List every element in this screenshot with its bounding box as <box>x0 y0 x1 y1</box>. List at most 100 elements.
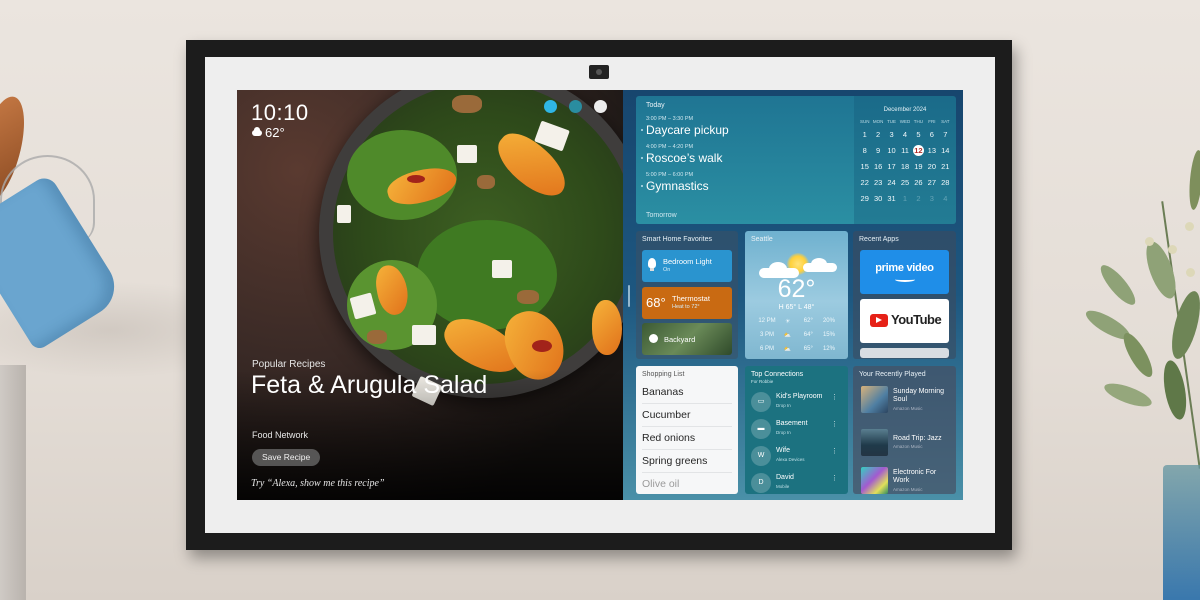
calendar-day[interactable]: 10 <box>885 145 898 156</box>
playlist-source: Amazon Music <box>893 406 923 411</box>
list-item[interactable]: Cucumber <box>642 404 732 427</box>
calendar-day[interactable]: 29 <box>858 193 871 204</box>
weekday-label: TUE <box>887 119 897 124</box>
calendar-day[interactable]: 24 <box>885 177 898 188</box>
playlist-name: Sunday Morning Soul <box>893 388 944 403</box>
forecast-precip: 15% <box>822 332 835 338</box>
calendar-day[interactable]: 14 <box>939 145 952 156</box>
more-options-icon[interactable]: ⋮ <box>831 474 838 482</box>
forecast-temp: 64° <box>803 332 813 338</box>
calendar-day[interactable]: 25 <box>898 177 911 188</box>
weekday-label: SAT <box>941 119 950 124</box>
weather-widget[interactable]: Seattle 62° H 65° L 48° 12 PM ☀ 62° 20% … <box>745 231 848 359</box>
contact-name: Kid's Playroom <box>776 393 823 400</box>
camera-icon <box>649 334 658 343</box>
calendar-day-today[interactable]: 12 <box>912 145 924 156</box>
calendar-day[interactable]: 1 <box>858 129 871 140</box>
sun-icon: ☀ <box>784 319 791 325</box>
device-state: Heat to 72° <box>672 304 700 310</box>
calendar-day[interactable]: 3 <box>925 193 938 204</box>
calendar-widget[interactable]: Today 3:00 PM – 3:30 PM Daycare pickup 4… <box>636 96 956 224</box>
music-item[interactable]: Road Trip: Jazz Amazon Music <box>861 429 953 457</box>
calendar-day[interactable]: 9 <box>871 145 884 156</box>
weekday-label: WED <box>899 119 911 124</box>
contact-item[interactable]: ▭ Kid's Playroom Drop In ⋮ <box>751 390 843 416</box>
list-item[interactable]: Red onions <box>642 427 732 450</box>
calendar-day[interactable]: 21 <box>939 161 952 172</box>
recipe-title: Feta & Arugula Salad <box>251 371 488 399</box>
backyard-camera-tile[interactable]: Backyard <box>642 323 732 355</box>
calendar-day[interactable]: 16 <box>871 161 884 172</box>
partly-cloudy-icon: ⛅ <box>783 347 792 353</box>
calendar-day[interactable]: 19 <box>912 161 925 172</box>
calendar-day[interactable]: 11 <box>898 145 911 156</box>
device-name: Thermostat <box>672 294 710 303</box>
weekday-label: THU <box>913 119 924 124</box>
more-app-tile[interactable] <box>860 348 949 358</box>
calendar-day[interactable]: 2 <box>912 193 925 204</box>
contact-detail: Drop In <box>776 430 791 435</box>
recipe-panel[interactable]: 10:10 62° Popular Recipes Feta & Arugula… <box>237 90 623 500</box>
more-options-icon[interactable]: ⋮ <box>831 447 838 455</box>
calendar-day[interactable]: 30 <box>871 193 884 204</box>
prime-smile-icon <box>895 277 915 282</box>
prime-video-app[interactable]: prime video <box>860 250 949 294</box>
current-weather: 62° <box>252 125 285 140</box>
playlist-name: Road Trip: Jazz <box>893 435 942 442</box>
notification-icon[interactable] <box>544 100 557 113</box>
event-time: 4:00 PM – 4:20 PM <box>646 144 694 150</box>
list-item[interactable]: Bananas <box>642 381 732 404</box>
event-item[interactable]: 4:00 PM – 4:20 PM Roscoe’s walk <box>641 144 844 165</box>
list-item[interactable]: Spring greens <box>642 450 732 473</box>
bedroom-light-tile[interactable]: Bedroom Light On <box>642 250 732 282</box>
contact-name: David <box>776 474 794 481</box>
connections-title: Top Connections <box>751 371 804 378</box>
agenda-today-label: Today <box>646 102 665 109</box>
music-item[interactable]: Electronic For Work Amazon Music <box>861 467 953 494</box>
album-art <box>861 429 888 456</box>
calendar-day[interactable]: 2 <box>871 129 884 140</box>
music-item[interactable]: Sunday Morning Soul Amazon Music <box>861 386 953 414</box>
playlist-name: Electronic For Work <box>893 469 937 484</box>
more-options-icon[interactable]: ⋮ <box>831 420 838 428</box>
contact-item[interactable]: W Wife Alexa Devices ⋮ <box>751 444 843 470</box>
contact-item[interactable]: D David Mobile ⋮ <box>751 471 843 494</box>
event-item[interactable]: 3:00 PM – 3:30 PM Daycare pickup <box>641 116 844 137</box>
save-recipe-button[interactable]: Save Recipe <box>252 449 321 466</box>
calendar-day[interactable]: 1 <box>898 193 911 204</box>
calendar-day[interactable]: 7 <box>939 129 952 140</box>
forecast-time: 12 PM <box>758 318 776 324</box>
calendar-day[interactable]: 26 <box>912 177 925 188</box>
calendar-day[interactable]: 27 <box>925 177 938 188</box>
calendar-day[interactable]: 4 <box>939 193 952 204</box>
calendar-day[interactable]: 4 <box>898 129 911 140</box>
forecast-row: 12 PM ☀ 62° 20% <box>757 318 839 325</box>
calendar-day[interactable]: 31 <box>885 193 898 204</box>
playlist-source: Amazon Music <box>893 487 923 492</box>
shopping-list-widget[interactable]: Shopping List Bananas Cucumber Red onion… <box>636 366 738 494</box>
calendar-day[interactable]: 5 <box>912 129 925 140</box>
calendar-day[interactable]: 18 <box>898 161 911 172</box>
calendar-day[interactable]: 15 <box>858 161 871 172</box>
thermostat-tile[interactable]: 68° Thermostat Heat to 72° <box>642 287 732 319</box>
calendar-day[interactable]: 3 <box>885 129 898 140</box>
calendar-day[interactable]: 13 <box>925 145 938 156</box>
panel-drag-handle[interactable] <box>628 285 630 307</box>
event-item[interactable]: 5:00 PM – 6:00 PM Gymnastics <box>641 172 844 193</box>
partly-cloudy-icon: ⛅ <box>783 333 792 339</box>
profile-icon[interactable] <box>569 100 582 113</box>
youtube-app[interactable]: YouTube <box>860 299 949 343</box>
calendar-day[interactable]: 8 <box>858 145 871 156</box>
calendar-day[interactable]: 22 <box>858 177 871 188</box>
list-item[interactable]: Olive oil <box>642 473 732 494</box>
calendar-day[interactable]: 28 <box>939 177 952 188</box>
calendar-day[interactable]: 23 <box>871 177 884 188</box>
calendar-day[interactable]: 6 <box>925 129 938 140</box>
settings-icon[interactable] <box>594 100 607 113</box>
more-options-icon[interactable]: ⋮ <box>831 393 838 401</box>
calendar-day[interactable]: 20 <box>925 161 938 172</box>
contact-detail: Mobile <box>776 484 790 489</box>
echo-icon: ▬ <box>751 419 771 439</box>
calendar-day[interactable]: 17 <box>885 161 898 172</box>
contact-item[interactable]: ▬ Basement Drop In ⋮ <box>751 417 843 443</box>
